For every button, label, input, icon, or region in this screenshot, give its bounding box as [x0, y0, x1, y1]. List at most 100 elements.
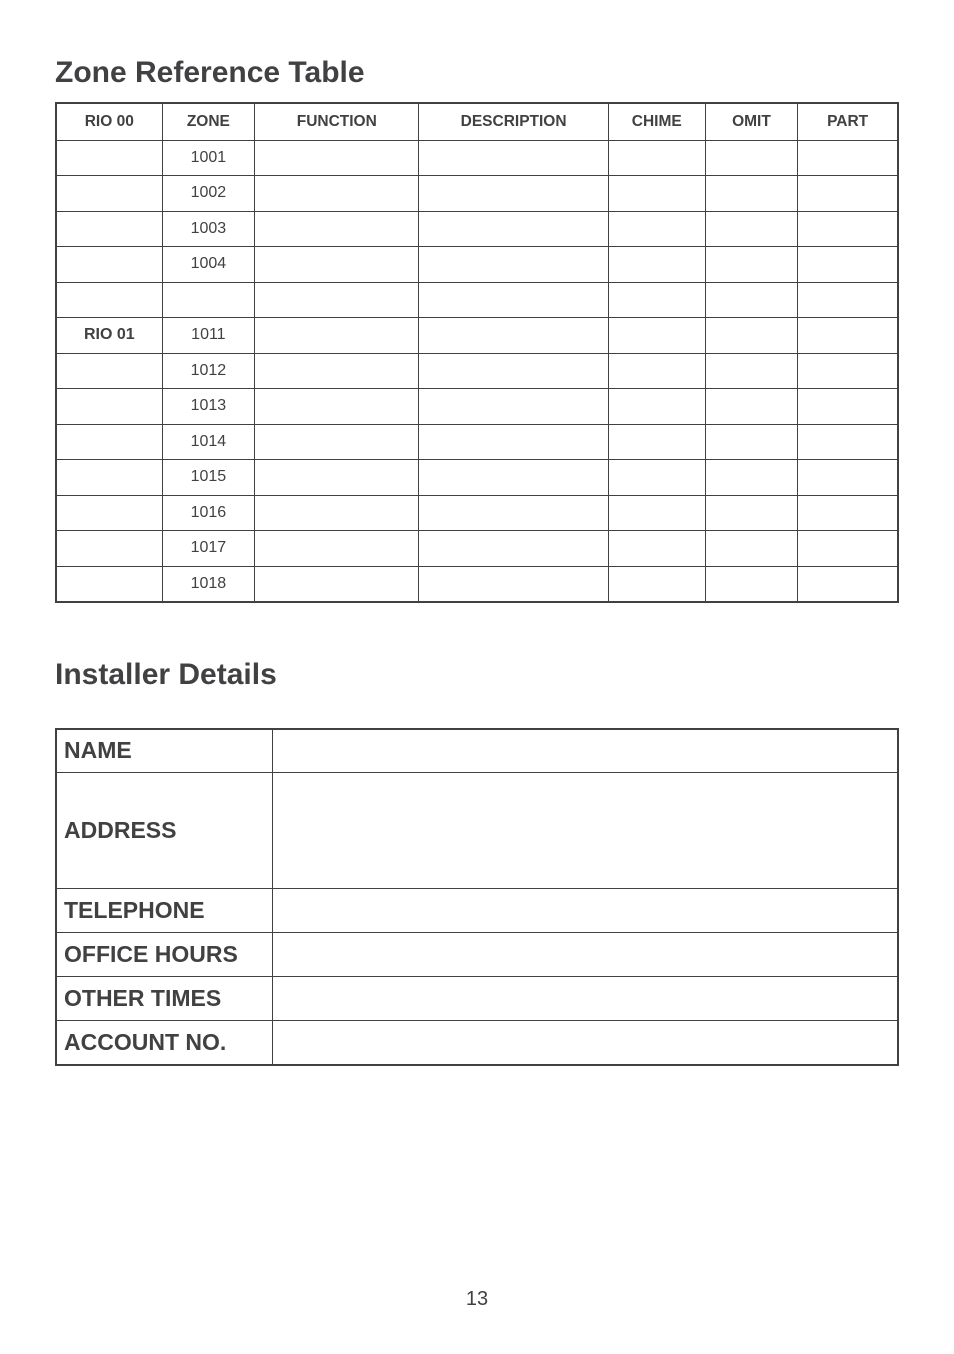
chime-cell	[608, 318, 705, 354]
rio-cell: RIO 01	[56, 318, 162, 354]
installer-field-label: NAME	[56, 729, 272, 773]
zone-cell: 1017	[162, 531, 255, 567]
zone-cell: 1016	[162, 495, 255, 531]
table-row: 1018	[56, 566, 898, 602]
chime-cell	[608, 424, 705, 460]
chime-cell	[608, 211, 705, 247]
function-cell	[255, 176, 419, 212]
table-row: 1003	[56, 211, 898, 247]
omit-cell	[705, 389, 798, 425]
rio-cell	[56, 353, 162, 389]
part-cell	[798, 282, 898, 318]
installer-field-label: ADDRESS	[56, 773, 272, 889]
installer-title: Installer Details	[55, 658, 899, 692]
omit-cell	[705, 531, 798, 567]
omit-cell	[705, 460, 798, 496]
function-cell	[255, 424, 419, 460]
page-number: 13	[0, 1288, 954, 1311]
part-cell	[798, 531, 898, 567]
function-cell	[255, 531, 419, 567]
zone-cell: 1004	[162, 247, 255, 283]
table-row: 1012	[56, 353, 898, 389]
chime-cell	[608, 353, 705, 389]
function-cell	[255, 566, 419, 602]
zone-cell: 1002	[162, 176, 255, 212]
omit-cell	[705, 353, 798, 389]
table-row: 1002	[56, 176, 898, 212]
function-cell	[255, 460, 419, 496]
zone-cell: 1012	[162, 353, 255, 389]
function-cell	[255, 389, 419, 425]
description-cell	[419, 140, 608, 176]
table-row: NAME	[56, 729, 898, 773]
zone-cell: 1011	[162, 318, 255, 354]
installer-field-value	[272, 889, 898, 933]
zone-cell: 1003	[162, 211, 255, 247]
rio-cell	[56, 176, 162, 212]
description-cell	[419, 424, 608, 460]
function-cell	[255, 211, 419, 247]
table-row: TELEPHONE	[56, 889, 898, 933]
chime-cell	[608, 247, 705, 283]
description-cell	[419, 389, 608, 425]
rio-cell	[56, 424, 162, 460]
omit-cell	[705, 176, 798, 212]
zone-reference-table: RIO 00 ZONE FUNCTION DESCRIPTION CHIME O…	[55, 102, 899, 603]
chime-cell	[608, 531, 705, 567]
description-cell	[419, 353, 608, 389]
table-row	[56, 282, 898, 318]
table-row: ADDRESS	[56, 773, 898, 889]
installer-field-value	[272, 977, 898, 1021]
rio-cell	[56, 495, 162, 531]
part-cell	[798, 211, 898, 247]
installer-field-value	[272, 729, 898, 773]
part-cell	[798, 353, 898, 389]
installer-field-label: OFFICE HOURS	[56, 933, 272, 977]
table-row: 1004	[56, 247, 898, 283]
table-row: 1001	[56, 140, 898, 176]
col-zone: ZONE	[162, 103, 255, 140]
col-chime: CHIME	[608, 103, 705, 140]
function-cell	[255, 495, 419, 531]
chime-cell	[608, 495, 705, 531]
document-page: Zone Reference Table RIO 00 ZONE FUNCTIO…	[0, 0, 954, 1066]
zone-cell: 1018	[162, 566, 255, 602]
zone-cell: 1001	[162, 140, 255, 176]
zone-cell: 1014	[162, 424, 255, 460]
chime-cell	[608, 176, 705, 212]
description-cell	[419, 247, 608, 283]
table-row: OTHER TIMES	[56, 977, 898, 1021]
part-cell	[798, 318, 898, 354]
table-row: OFFICE HOURS	[56, 933, 898, 977]
description-cell	[419, 318, 608, 354]
chime-cell	[608, 460, 705, 496]
part-cell	[798, 389, 898, 425]
installer-field-label: OTHER TIMES	[56, 977, 272, 1021]
table-row: 1017	[56, 531, 898, 567]
table-row: 1015	[56, 460, 898, 496]
chime-cell	[608, 282, 705, 318]
chime-cell	[608, 140, 705, 176]
col-omit: OMIT	[705, 103, 798, 140]
rio-cell	[56, 247, 162, 283]
col-description: DESCRIPTION	[419, 103, 608, 140]
installer-field-label: ACCOUNT NO.	[56, 1021, 272, 1065]
part-cell	[798, 247, 898, 283]
omit-cell	[705, 282, 798, 318]
col-part: PART	[798, 103, 898, 140]
description-cell	[419, 211, 608, 247]
col-rio: RIO 00	[56, 103, 162, 140]
part-cell	[798, 566, 898, 602]
omit-cell	[705, 424, 798, 460]
rio-cell	[56, 282, 162, 318]
table-row: 1014	[56, 424, 898, 460]
function-cell	[255, 282, 419, 318]
chime-cell	[608, 389, 705, 425]
zone-cell: 1015	[162, 460, 255, 496]
table-row: RIO 011011	[56, 318, 898, 354]
zone-title: Zone Reference Table	[55, 56, 899, 90]
rio-cell	[56, 389, 162, 425]
omit-cell	[705, 495, 798, 531]
description-cell	[419, 460, 608, 496]
installer-field-value	[272, 1021, 898, 1065]
